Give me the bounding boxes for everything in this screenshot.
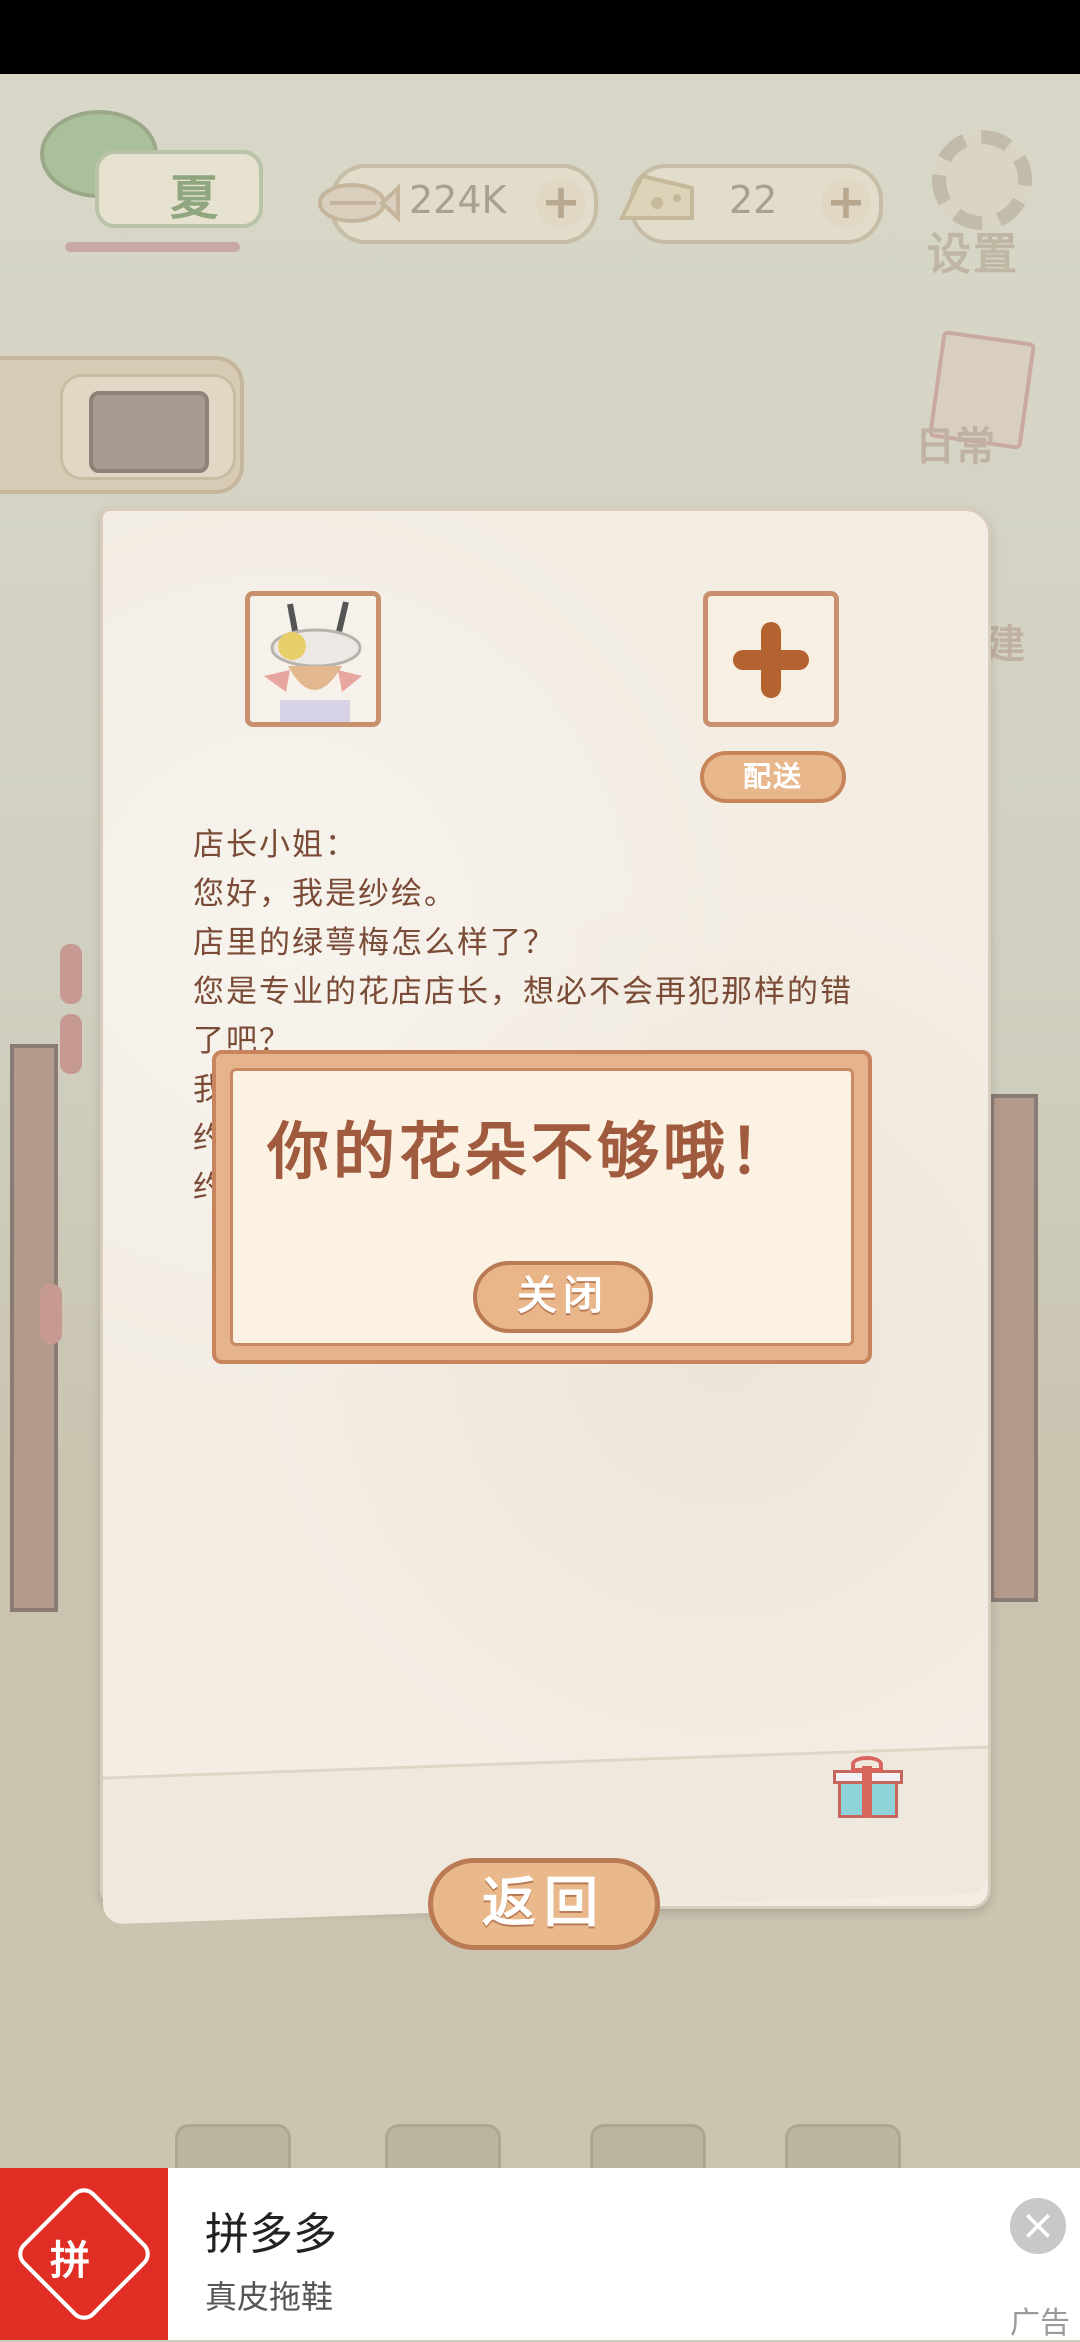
dialog-message: 你的花朵不够哦！ [267,1115,796,1188]
settings-label: 设置 [927,229,1019,280]
game-screen: 夏 224K + 22 + 设置 日常 建 配送 店长小姐： 您好，我是纱绘。 … [0,74,1080,2169]
deliver-button[interactable]: 配送 [700,751,846,803]
settings-button[interactable]: 设置 [922,130,1042,280]
ad-tag: 广告 [1010,2306,1070,2341]
cheese-value: 22 [729,178,778,222]
letter-line: 您是专业的花店店长，想必不会再犯那样的错 [193,974,853,1010]
ad-subtitle: 真皮拖鞋 [205,2278,334,2316]
add-fish-button[interactable]: + [536,178,586,228]
cheese-currency: 22 + [618,164,883,244]
season-progress [65,242,240,252]
close-button[interactable]: 关闭 [473,1261,653,1333]
bottom-tray-item [785,2124,901,2169]
status-bar [0,0,1080,74]
bag-button [60,374,236,480]
character-portrait-icon [250,596,376,722]
season-indicator[interactable]: 夏 [40,110,270,252]
fish-bone-icon [318,183,400,223]
add-cheese-button[interactable]: + [821,178,871,228]
not-enough-flowers-dialog: 你的花朵不够哦！ 关闭 [212,1050,872,1364]
fish-currency: 224K + [318,164,598,244]
bottom-tray-item [385,2124,501,2169]
logo-text: 拼 [50,2238,90,2284]
bg-lantern [40,1284,62,1344]
ad-banner[interactable]: 拼 拼多多 真皮拖鞋 × 广告 [0,2168,1080,2341]
bg-lantern [60,1014,82,1074]
dialog-body: 你的花朵不够哦！ 关闭 [230,1068,854,1346]
gift-icon[interactable] [833,1756,903,1818]
bottom-tray-item [175,2124,291,2169]
letter-line: 店长小姐： [193,827,358,863]
letter-line: 您好，我是纱绘。 [193,876,457,912]
daily-button[interactable]: 日常 [915,329,1040,476]
bottom-tray-item [590,2124,706,2169]
gear-icon [932,130,1032,230]
bg-pillar-right [990,1094,1038,1602]
back-button[interactable]: 返回 [428,1858,660,1950]
sender-avatar [245,591,381,727]
bag-tab[interactable] [0,356,244,494]
daily-label: 日常 [915,424,995,470]
bg-lantern [60,944,82,1004]
build-label: 建 [985,622,1025,668]
add-flower-slot[interactable] [703,591,839,727]
briefcase-icon [89,391,209,473]
cheese-icon [618,173,694,220]
pinduoduo-logo: 拼 [0,2168,168,2340]
ad-close-button[interactable]: × [1010,2198,1066,2254]
fish-value: 224K [409,178,507,222]
ad-title: 拼多多 [205,2209,337,2260]
letter-line: 店里的绿萼梅怎么样了？ [193,925,556,961]
season-label: 夏 [170,170,219,226]
